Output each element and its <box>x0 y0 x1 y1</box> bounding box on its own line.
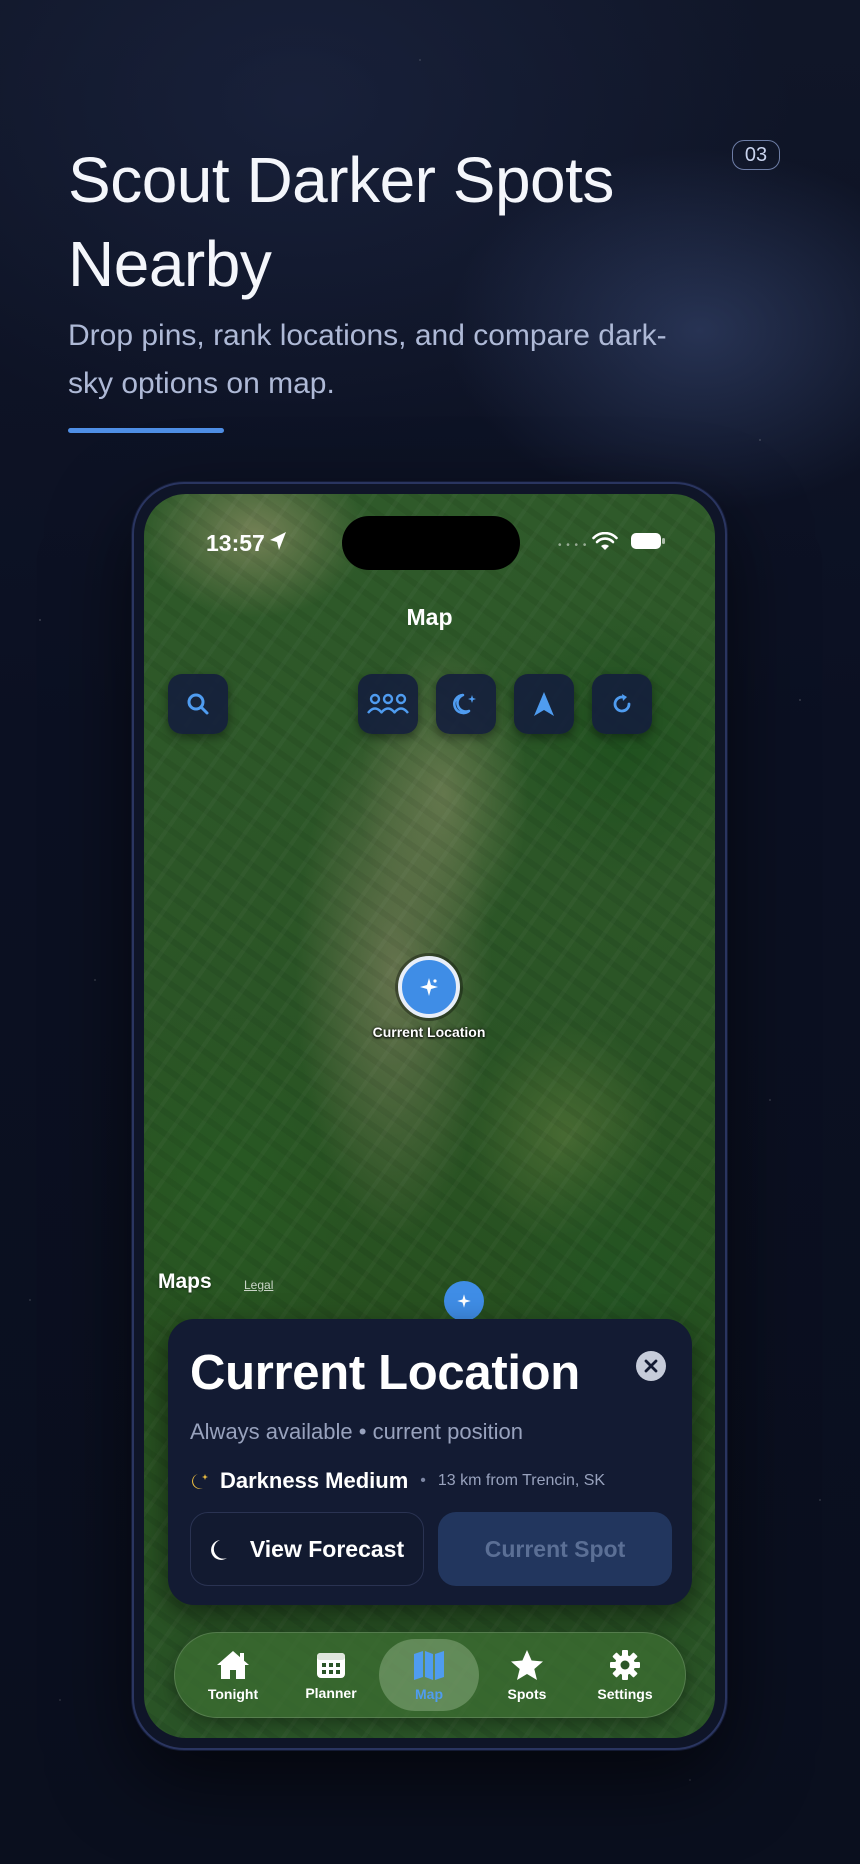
card-title: Current Location <box>190 1346 580 1400</box>
phone-frame: 13:57 • • • • Map Current Location Maps … <box>132 482 727 1750</box>
map-title: Map <box>406 604 453 630</box>
darkness-layer-button[interactable] <box>436 674 496 734</box>
group-button[interactable] <box>358 674 418 734</box>
meta-separator: • <box>420 1472 426 1489</box>
pin-label: Current Location <box>372 1024 486 1040</box>
search-icon <box>187 693 209 715</box>
sparkle-icon <box>457 1294 471 1308</box>
moon-icon <box>210 1540 227 1560</box>
maps-attribution: Maps <box>158 1270 212 1293</box>
navigation-arrow-icon <box>534 692 554 716</box>
group-icon <box>367 693 409 714</box>
legal-link[interactable]: Legal <box>244 1278 273 1292</box>
view-forecast-button[interactable]: View Forecast <box>190 1512 424 1586</box>
secondary-spot-pin[interactable] <box>444 1281 484 1321</box>
wifi-icon <box>592 532 618 550</box>
map-screen[interactable]: 13:57 • • • • Map Current Location Maps … <box>144 494 715 1738</box>
dynamic-island <box>342 516 520 570</box>
battery-icon <box>631 533 665 549</box>
tab-bar: Tonight Planner Map Spots Settings <box>174 1632 686 1718</box>
moon-icon <box>192 1474 208 1489</box>
signal-icon: • • • • <box>558 540 588 551</box>
refresh-button[interactable] <box>592 674 652 734</box>
tab-label: Settings <box>597 1686 653 1702</box>
subtitle: Drop pins, rank locations, and compare d… <box>68 319 667 400</box>
tab-label: Map <box>415 1686 443 1702</box>
recenter-button[interactable] <box>514 674 574 734</box>
search-button[interactable] <box>168 674 228 734</box>
refresh-icon <box>613 694 631 713</box>
card-subtitle: Always available • current position <box>190 1419 523 1444</box>
headline: Scout Darker Spots Nearby <box>68 144 614 300</box>
current-spot-label: Current Spot <box>484 1535 626 1562</box>
tab-settings[interactable]: Settings <box>575 1639 675 1711</box>
calendar-icon <box>317 1653 345 1678</box>
close-icon <box>644 1359 658 1373</box>
current-spot-button[interactable]: Current Spot <box>438 1512 672 1586</box>
tab-planner[interactable]: Planner <box>281 1639 381 1711</box>
gear-icon <box>610 1650 640 1680</box>
current-location-pin[interactable] <box>398 956 460 1018</box>
star-icon <box>511 1650 543 1680</box>
tab-map[interactable]: Map <box>379 1639 479 1711</box>
moon-stars-icon <box>453 693 476 715</box>
location-card: Current Location Always available • curr… <box>168 1319 692 1605</box>
close-button[interactable] <box>636 1351 666 1381</box>
tab-label: Tonight <box>207 1686 259 1702</box>
house-icon <box>217 1651 249 1679</box>
accent-underline <box>68 428 224 433</box>
sparkle-icon <box>420 978 438 996</box>
tab-label: Planner <box>305 1685 357 1701</box>
tab-tonight[interactable]: Tonight <box>183 1639 283 1711</box>
location-arrow-icon <box>270 532 286 550</box>
view-forecast-label: View Forecast <box>249 1535 405 1562</box>
map-icon <box>414 1651 444 1680</box>
tab-spots[interactable]: Spots <box>477 1639 577 1711</box>
tab-label: Spots <box>507 1686 547 1702</box>
page-number-badge: 03 <box>732 140 780 170</box>
status-bar: 13:57 • • • • <box>144 494 715 570</box>
status-time: 13:57 <box>206 530 265 556</box>
darkness-level: Darkness Medium <box>220 1468 409 1493</box>
distance-text: 13 km from Trencin, SK <box>437 1472 606 1489</box>
card-meta-row: Darkness Medium • 13 km from Trencin, SK <box>190 1467 605 1495</box>
